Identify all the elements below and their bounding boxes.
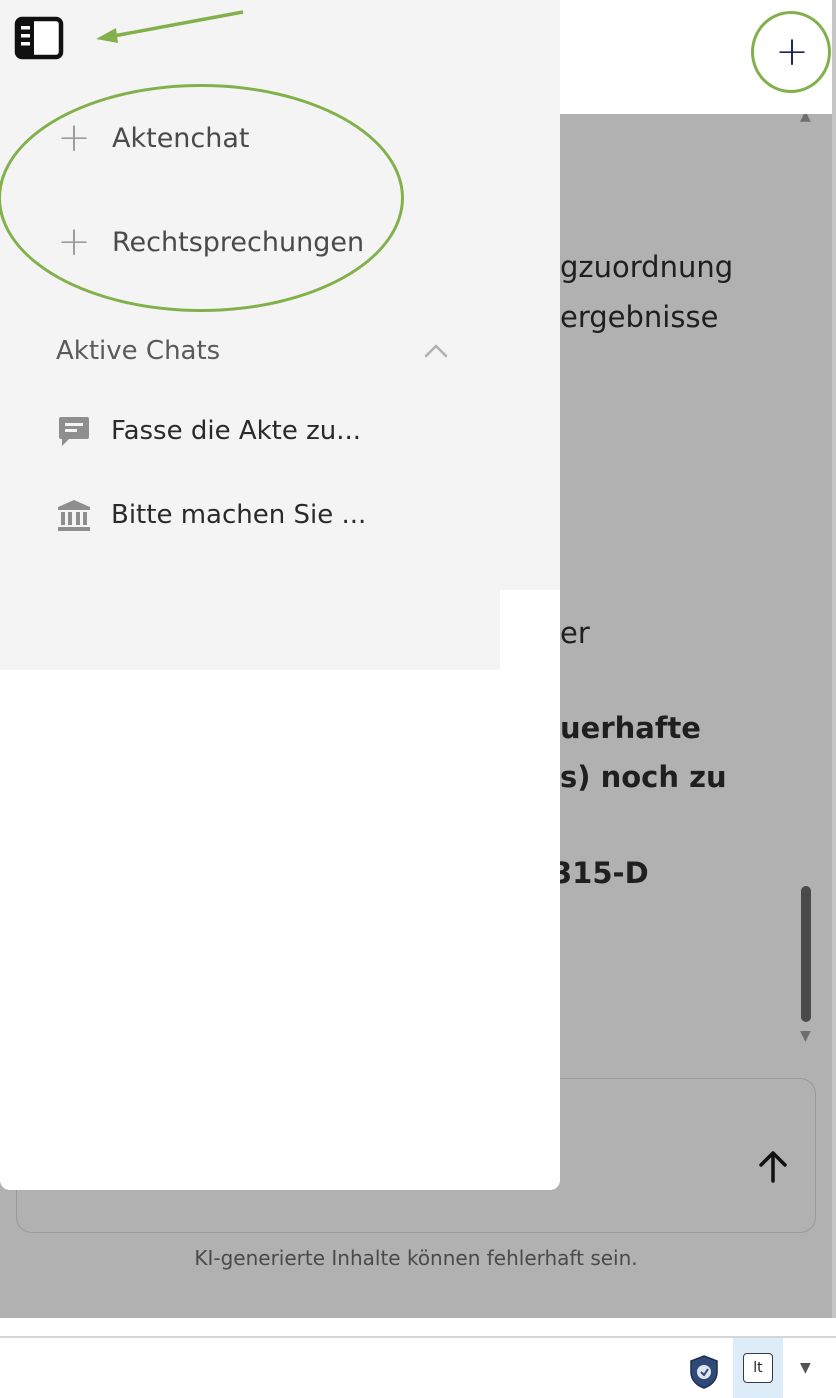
annotation-circle <box>751 11 831 93</box>
active-chats-label: Aktive Chats <box>56 336 221 366</box>
sidebar-panel-extension <box>0 590 500 670</box>
active-chats-header[interactable]: Aktive Chats <box>56 334 448 368</box>
chevron-up-icon[interactable] <box>424 343 448 359</box>
new-chat-button[interactable]: + <box>751 11 831 93</box>
scroll-down-arrow-icon[interactable]: ▼ <box>800 1028 811 1044</box>
languagetool-extension-button[interactable]: lt <box>733 1338 783 1398</box>
chat-item-label: Fasse die Akte zu... <box>111 416 362 446</box>
chat-list-item[interactable]: Fasse die Akte zu... <box>56 414 361 448</box>
disclaimer-text: KI-generierte Inhalte können fehlerhaft … <box>194 1246 638 1270</box>
scrollbar-thumb[interactable] <box>801 886 811 1022</box>
divider <box>0 1336 836 1338</box>
chat-list-item[interactable]: Bitte machen Sie ... <box>56 498 366 532</box>
annotation-arrow <box>96 10 244 43</box>
message-text: ergebnisse <box>560 300 719 334</box>
languagetool-icon: lt <box>743 1353 773 1383</box>
chat-bubble-icon <box>56 414 92 448</box>
sidebar-drawer: + Aktenchat + Rechtsprechungen Aktive Ch… <box>0 0 560 1190</box>
message-text-bold: 315-D <box>552 856 649 890</box>
message-text: s) noch zu <box>560 760 727 794</box>
send-button[interactable] <box>749 1143 797 1191</box>
message-text-bold: uerhafte <box>560 711 701 745</box>
window-edge <box>832 0 836 1318</box>
annotation-oval <box>0 84 404 312</box>
scroll-up-arrow-icon[interactable]: ▲ <box>800 114 811 124</box>
sidebar-toggle-icon[interactable] <box>14 16 66 62</box>
message-text: gzuordnung <box>560 250 734 284</box>
status-bar: lt ▼ <box>0 1318 836 1398</box>
shield-extension-icon[interactable] <box>688 1354 720 1390</box>
message-text: er <box>560 616 590 650</box>
courthouse-icon <box>56 498 92 532</box>
dropdown-arrow-icon[interactable]: ▼ <box>800 1360 811 1376</box>
chat-item-label: Bitte machen Sie ... <box>111 500 367 530</box>
arrow-up-icon <box>759 1151 787 1183</box>
